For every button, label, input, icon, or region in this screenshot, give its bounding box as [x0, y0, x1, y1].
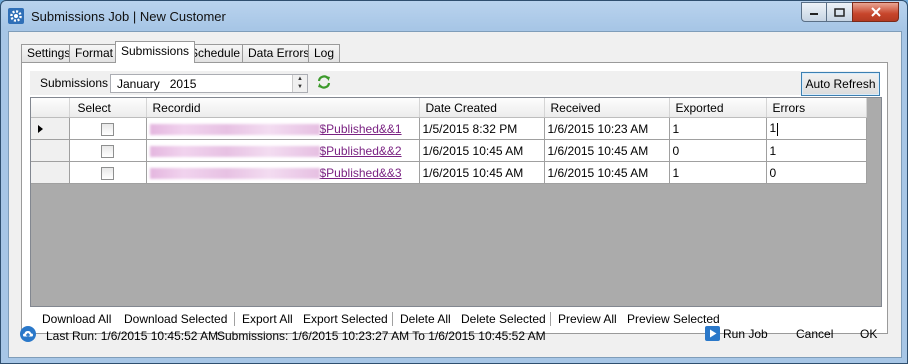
row-header[interactable] [31, 161, 70, 184]
close-icon [870, 7, 881, 17]
row-header-corner [31, 98, 70, 118]
action-separator [234, 312, 235, 326]
recordid-cell[interactable]: $Published&&2 [146, 139, 420, 162]
recordid-link[interactable]: $Published&&2 [320, 144, 402, 158]
spin-down-icon: ▼ [297, 84, 303, 90]
redacted-recordid [149, 167, 320, 179]
received-cell[interactable]: 1/6/2015 10:23 AM [544, 117, 670, 140]
action-separator [392, 312, 393, 326]
date-created-cell[interactable]: 1/5/2015 8:32 PM [419, 117, 545, 140]
last-run-status: Last Run: 1/6/2015 10:45:52 AM [46, 329, 219, 343]
table-row[interactable]: $Published&&3 1/6/2015 10:45 AM 1/6/2015… [31, 161, 867, 184]
select-cell [69, 139, 147, 162]
download-all-link[interactable]: Download All [42, 312, 111, 326]
action-separator [550, 312, 551, 326]
column-header-date-created[interactable]: Date Created [419, 98, 545, 118]
date-created-cell[interactable]: 1/6/2015 10:45 AM [419, 139, 545, 162]
column-header-received[interactable]: Received [544, 98, 670, 118]
submissions-table: Select Recordid Date Created Received Ex… [31, 98, 867, 184]
header-row: Select Recordid Date Created Received Ex… [31, 98, 867, 118]
exported-cell[interactable]: 1 [669, 117, 767, 140]
redacted-recordid [149, 123, 320, 135]
delete-selected-link[interactable]: Delete Selected [461, 312, 546, 326]
close-button[interactable] [852, 2, 899, 22]
row-header[interactable] [31, 139, 70, 162]
select-cell [69, 117, 147, 140]
submissions-range-status: Submissions: 1/6/2015 10:23:27 AM To 1/6… [217, 329, 546, 343]
client-area: Settings Format Submissions Schedule Dat… [8, 31, 902, 358]
column-header-select[interactable]: Select [69, 98, 147, 118]
month-value: January 2015 [117, 77, 197, 91]
tab-submissions[interactable]: Submissions [115, 41, 196, 63]
received-cell[interactable]: 1/6/2015 10:45 AM [544, 161, 670, 184]
cancel-button[interactable]: Cancel [796, 323, 833, 345]
recordid-cell[interactable]: $Published&&1 [146, 117, 420, 140]
minimize-icon [810, 13, 818, 15]
refresh-icon[interactable] [316, 74, 332, 90]
table-row[interactable]: $Published&&1 1/5/2015 8:32 PM 1/6/2015 … [31, 117, 867, 140]
auto-refresh-button[interactable]: Auto Refresh [801, 72, 880, 96]
errors-cell[interactable]: 1 [766, 117, 867, 140]
ok-button[interactable]: OK [860, 323, 877, 345]
column-header-recordid[interactable]: Recordid [146, 98, 420, 118]
recordid-cell[interactable]: $Published&&3 [146, 161, 420, 184]
window-title: Submissions Job | New Customer [31, 9, 226, 24]
submissions-grid: Select Recordid Date Created Received Ex… [30, 97, 882, 307]
title-bar[interactable]: Submissions Job | New Customer [1, 1, 907, 31]
submissions-label: Submissions [40, 76, 109, 90]
export-all-link[interactable]: Export All [242, 312, 293, 326]
gear-icon [8, 8, 24, 24]
cloud-upload-icon [20, 326, 36, 342]
errors-cell[interactable]: 1 [766, 139, 867, 162]
tab-data-errors[interactable]: Data Errors [242, 44, 316, 62]
export-selected-link[interactable]: Export Selected [303, 312, 388, 326]
minimize-button[interactable] [801, 2, 827, 22]
current-row-arrow-icon [38, 124, 43, 133]
errors-cell[interactable]: 0 [766, 161, 867, 184]
month-spinner[interactable]: ▲ ▼ [292, 75, 307, 92]
row-checkbox[interactable] [101, 166, 114, 180]
maximize-icon [834, 7, 845, 17]
spin-up-icon: ▲ [297, 76, 303, 82]
exported-cell[interactable]: 1 [669, 161, 767, 184]
recordid-link[interactable]: $Published&&3 [320, 166, 402, 180]
table-row[interactable]: $Published&&2 1/6/2015 10:45 AM 1/6/2015… [31, 139, 867, 162]
text-cursor [777, 122, 779, 136]
recordid-link[interactable]: $Published&&1 [320, 122, 402, 136]
download-selected-link[interactable]: Download Selected [124, 312, 227, 326]
delete-all-link[interactable]: Delete All [400, 312, 451, 326]
submissions-panel: Submissions January 2015 ▲ ▼ Auto Refres… [21, 62, 888, 334]
date-created-cell[interactable]: 1/6/2015 10:45 AM [419, 161, 545, 184]
received-cell[interactable]: 1/6/2015 10:45 AM [544, 139, 670, 162]
select-cell [69, 161, 147, 184]
exported-cell[interactable]: 0 [669, 139, 767, 162]
window: Submissions Job | New Customer Settings … [0, 0, 908, 364]
tab-format[interactable]: Format [69, 44, 120, 62]
preview-selected-link[interactable]: Preview Selected [627, 312, 720, 326]
column-header-exported[interactable]: Exported [669, 98, 767, 118]
column-header-errors[interactable]: Errors [766, 98, 867, 118]
maximize-button[interactable] [826, 2, 853, 22]
redacted-recordid [149, 145, 320, 157]
row-checkbox[interactable] [101, 122, 114, 136]
preview-all-link[interactable]: Preview All [558, 312, 617, 326]
errors-value: 1 [769, 121, 777, 136]
run-job-button[interactable]: Run Job [723, 323, 768, 345]
row-header[interactable] [31, 117, 70, 140]
play-icon[interactable] [705, 326, 720, 341]
submissions-toolbar: Submissions January 2015 ▲ ▼ Auto Refres… [30, 71, 880, 96]
month-picker[interactable]: January 2015 ▲ ▼ [110, 74, 308, 93]
row-checkbox[interactable] [101, 144, 114, 158]
tab-log[interactable]: Log [308, 44, 341, 62]
